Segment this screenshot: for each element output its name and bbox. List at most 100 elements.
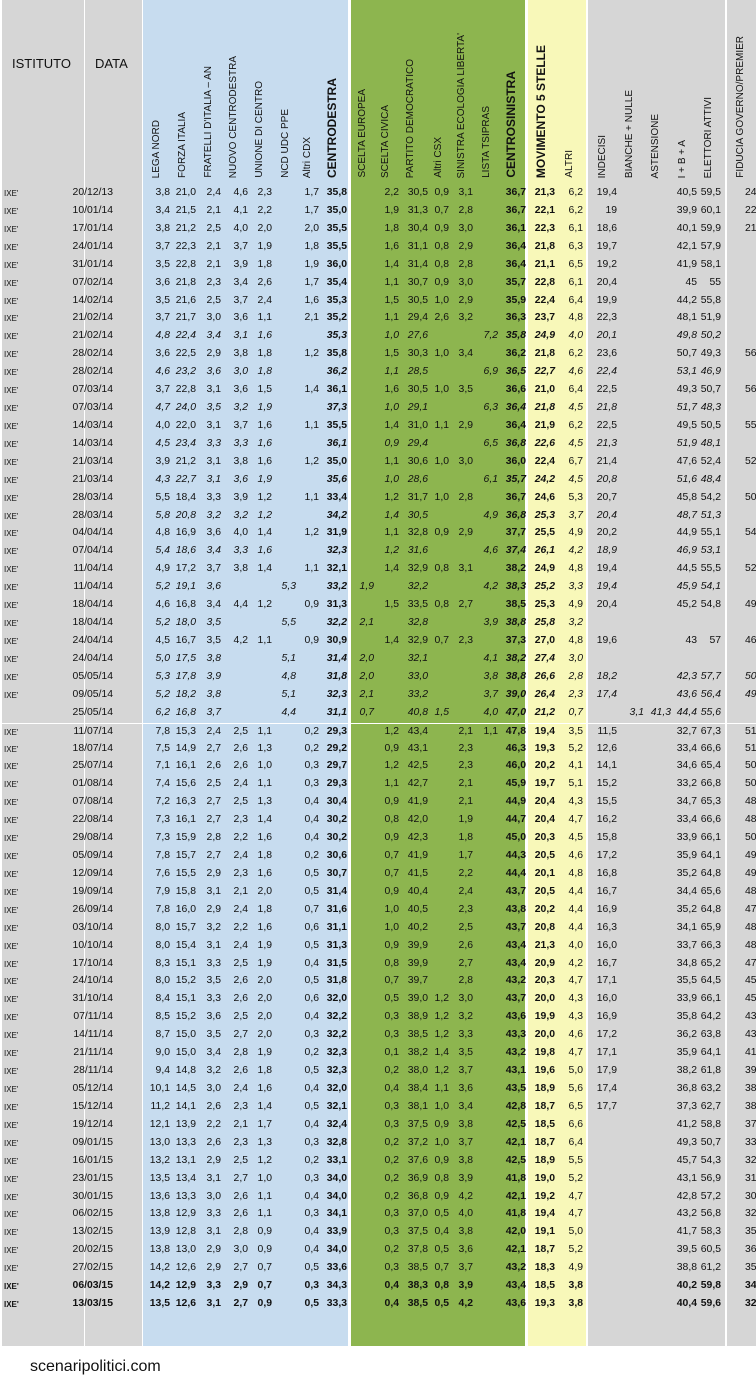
cell-fdi: 2,9 — [206, 1154, 221, 1166]
cell-csx: 46,3 — [505, 742, 526, 754]
cell-sc: 0,4 — [384, 1298, 399, 1310]
cell-ea: 54,8 — [700, 599, 721, 611]
cell-ea: 50,5 — [700, 419, 721, 431]
cell-csx: 43,2 — [505, 1047, 526, 1059]
header-altri-cdx: Altri CDX — [302, 136, 313, 178]
cell-sc: 0,9 — [384, 832, 399, 844]
cell-lega: 11,2 — [150, 1100, 170, 1112]
cell-acdx: 0,4 — [304, 796, 319, 808]
cell-fid: 50 — [745, 491, 756, 503]
cell-udc: 2,0 — [257, 222, 272, 234]
cell-csx: 38,5 — [505, 599, 526, 611]
cell-cdx: 31,5 — [326, 957, 347, 969]
cell-acsx: 0,8 — [434, 258, 449, 270]
cell-date: 29/08/14 — [72, 832, 113, 844]
cell-date: 20/12/13 — [72, 187, 113, 198]
cell-udc: 1,1 — [257, 1190, 272, 1202]
cell-ncd: 4,1 — [233, 204, 248, 216]
cell-sc: 0,3 — [384, 1118, 399, 1130]
cell-sel: 3,6 — [458, 1244, 473, 1256]
cell-csx: 44,4 — [505, 867, 526, 879]
cell-fi: 22,5 — [175, 348, 196, 360]
cell-fid: 22 — [745, 204, 756, 216]
cell-pd: 38,2 — [407, 1047, 428, 1059]
cell-fdi: 3,1 — [206, 1298, 221, 1310]
cell-lega: 13,8 — [149, 1208, 170, 1220]
cell-ea: 64,5 — [700, 975, 721, 987]
table-row: IXE' 14/02/14 3,5 21,6 2,5 3,7 2,4 1,6 35,3 1,5 30… — [0, 293, 756, 311]
cell-acdx: 0,3 — [304, 1172, 319, 1184]
cell-csx: 43,4 — [505, 1280, 526, 1292]
cell-pd: 33,2 — [407, 688, 428, 700]
cell-csx: 37,7 — [505, 527, 526, 539]
cell-date: 23/01/15 — [72, 1172, 113, 1184]
cell-altri: 4,7 — [568, 1190, 583, 1202]
cell-fdi: 3,1 — [206, 384, 221, 396]
cell-fid: 55 — [745, 419, 756, 431]
table-row: IXE' 01/08/14 7,4 15,6 2,5 2,4 1,1 0,3 29,3 1,1 42… — [0, 776, 756, 794]
cell-fdi: 3,0 — [206, 1083, 221, 1094]
cell-lega: 4,6 — [155, 599, 170, 611]
cell-cdx: 37,3 — [326, 402, 347, 414]
cell-sel: 3,8 — [458, 1154, 473, 1166]
cell-ea: 66,8 — [700, 778, 721, 790]
cell-date: 07/04/14 — [72, 545, 113, 557]
cell-m5s: 21,1 — [534, 258, 555, 270]
header-bianche-nulle: BIANCHE + NULLE — [624, 89, 635, 178]
cell-m5s: 20,8 — [534, 921, 555, 933]
table-row: IXE' 12/09/14 7,6 15,5 2,9 2,3 1,6 0,5 30,7 0,7 41… — [0, 866, 756, 884]
cell-ind: 19,9 — [596, 294, 617, 306]
cell-sc: 1,2 — [384, 491, 399, 503]
cell-acsx: 0,8 — [434, 1280, 449, 1292]
cell-udc: 2,0 — [257, 1029, 272, 1041]
cell-date: 21/03/14 — [72, 473, 113, 485]
cell-ist: IXE' — [4, 314, 19, 324]
cell-iba: 47,6 — [676, 455, 697, 467]
cell-sel: 3,0 — [458, 222, 473, 234]
cell-fi: 18,2 — [175, 688, 196, 700]
cell-pd: 42,3 — [407, 832, 428, 844]
header-fratelli-italia: FRATELLI D'ITALIA – AN — [203, 66, 214, 178]
cell-csx: 43,8 — [505, 903, 526, 915]
cell-sel: 3,7 — [458, 1065, 473, 1077]
cell-csx: 35,7 — [505, 473, 526, 485]
cell-sc: 1,4 — [384, 419, 399, 431]
cell-acdx: 0,4 — [304, 1011, 319, 1023]
cell-udc: 1,6 — [257, 330, 272, 342]
cell-udc: 1,1 — [257, 778, 272, 790]
cell-pd: 29,1 — [407, 402, 428, 414]
cell-ts: 6,1 — [483, 473, 498, 485]
cell-cdx: 31,9 — [326, 527, 347, 539]
header-scelta-europea: SCELTA EUROPEA — [357, 89, 368, 178]
table-row: IXE' 13/03/15 13,5 12,6 3,1 2,7 0,9 0,5 33,3 0,4 3… — [0, 1296, 756, 1314]
cell-iba: 44,2 — [676, 294, 697, 306]
cell-lega: 5,8 — [155, 509, 170, 521]
cell-fi: 16,0 — [175, 903, 196, 915]
cell-iba: 34,8 — [676, 957, 697, 969]
cell-ea: 53,1 — [700, 545, 721, 557]
cell-altri: 5,5 — [568, 1154, 583, 1166]
cell-ea: 56,4 — [700, 688, 721, 700]
cell-se: 2,1 — [359, 617, 374, 629]
cell-acdx: 1,2 — [304, 348, 319, 360]
cell-acsx: 0,9 — [434, 187, 449, 198]
cell-m5s: 25,3 — [534, 599, 555, 611]
cell-iba: 49,8 — [676, 330, 697, 342]
cell-ncd: 4,0 — [233, 527, 248, 539]
cell-csx: 38,3 — [505, 581, 526, 593]
cell-sc: 0,3 — [384, 1100, 399, 1112]
cell-altri: 6,4 — [568, 384, 583, 396]
table-row: IXE' 07/02/14 3,6 21,8 2,3 3,4 2,6 1,7 35,4 1,1 30… — [0, 275, 756, 293]
cell-m5s: 19,0 — [534, 1172, 555, 1184]
cell-csx: 43,3 — [505, 1029, 526, 1041]
cell-acdx: 1,7 — [304, 204, 319, 216]
cell-acsx: 1,2 — [434, 993, 449, 1005]
cell-ist: IXE' — [4, 1174, 19, 1184]
cell-date: 18/07/14 — [72, 742, 113, 754]
cell-m5s: 27,4 — [534, 652, 555, 664]
cell-ncd: 4,4 — [233, 599, 248, 611]
cell-ind: 16,7 — [596, 885, 617, 897]
table-row: IXE' 05/05/14 5,3 17,8 3,9 4,8 31,8 2,0 33,0 3,8 3… — [0, 669, 756, 687]
cell-udc: 0,9 — [257, 1226, 272, 1238]
cell-ist: IXE' — [4, 1013, 19, 1023]
